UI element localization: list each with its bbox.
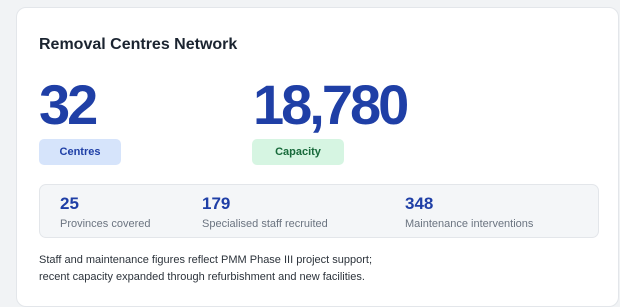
stat-label: Maintenance interventions: [405, 218, 534, 230]
stat-provinces: 25 Provinces covered: [60, 194, 151, 230]
stat-label: Provinces covered: [60, 218, 151, 230]
stat-value: 25: [60, 194, 79, 213]
removal-centres-card: Removal Centres Network 32 Centres 18,78…: [16, 7, 619, 307]
footnote: Staff and maintenance figures reflect PM…: [39, 252, 599, 286]
footnote-line: Staff and maintenance figures reflect PM…: [39, 254, 373, 266]
stat-value: 179: [202, 194, 231, 213]
stats-panel: 25 Provinces covered 179 Specialised sta…: [39, 184, 599, 238]
capacity-badge: Capacity: [252, 139, 344, 165]
stat-label: Specialised staff recruited: [202, 218, 328, 230]
stat-value: 348: [405, 194, 434, 213]
card-title: Removal Centres Network: [39, 36, 238, 53]
centres-badge: Centres: [39, 139, 121, 165]
stat-staff: 179 Specialised staff recruited: [202, 194, 328, 230]
footnote-line: recent capacity expanded through refurbi…: [39, 271, 365, 283]
capacity-value: 18,780: [253, 73, 409, 136]
stat-maintenance: 348 Maintenance interventions: [405, 194, 533, 230]
centres-value: 32: [39, 73, 98, 136]
